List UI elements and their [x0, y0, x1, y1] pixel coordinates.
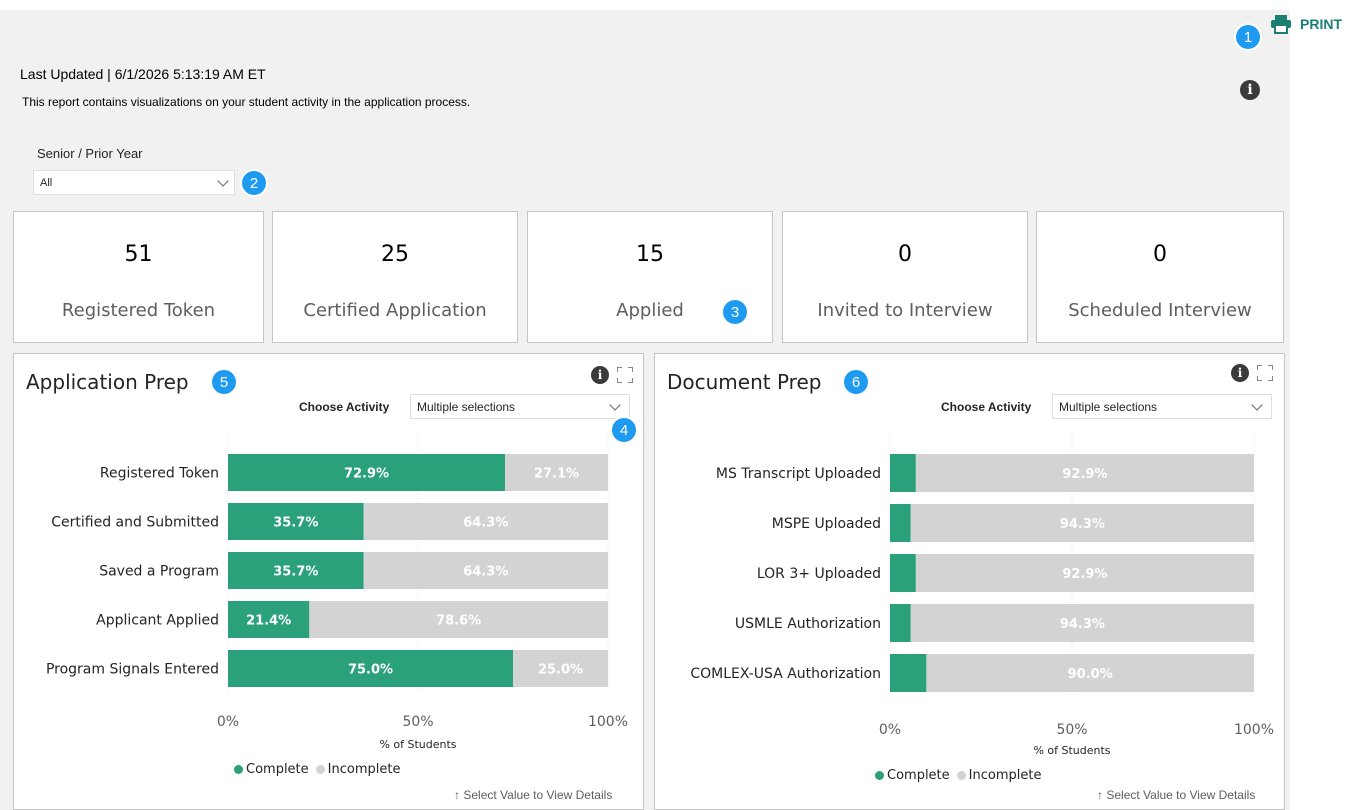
incomplete-legend-dot [956, 771, 966, 780]
category-label: LOR 3+ Uploaded [757, 566, 881, 582]
kpi-label: Invited to Interview [817, 300, 993, 321]
kpi-label: Scheduled Interview [1068, 300, 1252, 321]
category-label: MSPE Uploaded [772, 516, 881, 532]
incomplete-data-label: 94.3% [1060, 517, 1105, 532]
kpi-card-invited-to-interview[interactable]: 0 Invited to Interview [782, 211, 1028, 343]
senior-prior-year-dropdown[interactable]: All [33, 170, 235, 195]
callout-badge-6: 6 [844, 370, 868, 394]
complete-data-label: 35.7% [273, 516, 318, 531]
category-label: Registered Token [100, 466, 219, 482]
select-details-text: Select Value to View Details [1106, 788, 1256, 802]
category-label: Program Signals Entered [46, 662, 219, 678]
printer-icon [1271, 15, 1291, 34]
complete-data-label: 75.0% [348, 663, 393, 678]
legend-incomplete[interactable]: Incomplete [328, 762, 401, 777]
x-axis-label: % of Students [1033, 744, 1110, 754]
complete-data-label: 21.4% [246, 614, 291, 629]
category-label: MS Transcript Uploaded [716, 466, 881, 482]
application-prep-panel: Application Prep i Choose Activity Multi… [13, 353, 644, 810]
x-tick-label: 50% [1056, 722, 1087, 738]
legend-complete[interactable]: Complete [246, 762, 309, 777]
report-description: This report contains visualizations on y… [22, 95, 471, 109]
kpi-value: 0 [898, 242, 912, 267]
incomplete-data-label: 64.3% [463, 516, 508, 531]
callout-badge-5: 5 [212, 370, 236, 394]
chart-legend: Complete Incomplete [234, 762, 400, 777]
document-prep-panel: Document Prep i Choose Activity Multiple… [654, 353, 1285, 810]
category-label: Saved a Program [99, 564, 219, 580]
chevron-down-icon [217, 175, 229, 187]
complete-bar[interactable] [890, 454, 916, 492]
category-label: Applicant Applied [96, 613, 219, 629]
kpi-value: 0 [1153, 242, 1167, 267]
filter-title: Senior / Prior Year [37, 146, 143, 161]
complete-legend-dot [234, 765, 243, 774]
kpi-label: Certified Application [303, 300, 487, 321]
legend-complete[interactable]: Complete [887, 768, 950, 783]
kpi-card-registered-token[interactable]: 51 Registered Token [13, 211, 264, 343]
incomplete-data-label: 92.9% [1062, 567, 1107, 582]
x-tick-label: 100% [588, 714, 628, 730]
kpi-value: 15 [636, 242, 664, 267]
incomplete-data-label: 78.6% [436, 614, 481, 629]
filter-value: All [40, 176, 53, 189]
complete-data-label: 35.7% [273, 565, 318, 580]
info-icon[interactable]: i [1240, 80, 1260, 100]
kpi-label: Registered Token [61, 300, 216, 321]
kpi-card-certified-application[interactable]: 25 Certified Application [272, 211, 518, 343]
chart-legend: Complete Incomplete [875, 768, 1041, 783]
arrow-up-icon: ↑ [454, 788, 460, 802]
select-details-note: ↑ Select Value to View Details [454, 788, 612, 802]
kpi-value: 25 [381, 242, 409, 267]
callout-badge-4: 4 [612, 418, 636, 442]
x-axis-label: % of Students [379, 738, 456, 751]
application-prep-chart[interactable]: Registered Token 72.9% 27.1% Certified and … [14, 354, 643, 754]
last-updated-text: Last Updated | 6/1/2026 5:13:19 AM ET [20, 66, 266, 82]
category-label: Certified and Submitted [51, 515, 219, 531]
complete-bar[interactable] [890, 554, 916, 592]
legend-incomplete[interactable]: Incomplete [969, 768, 1042, 783]
print-label: PRINT [1300, 16, 1342, 32]
kpi-card-scheduled-interview[interactable]: 0 Scheduled Interview [1036, 211, 1284, 343]
callout-badge-2: 2 [242, 171, 266, 195]
incomplete-data-label: 92.9% [1062, 467, 1107, 482]
incomplete-data-label: 94.3% [1060, 617, 1105, 632]
complete-bar[interactable] [890, 654, 927, 692]
x-tick-label: 0% [879, 722, 901, 738]
kpi-value: 51 [124, 242, 153, 267]
callout-badge-1: 1 [1236, 25, 1260, 49]
select-details-text: Select Value to View Details [463, 788, 613, 802]
select-details-note: ↑ Select Value to View Details [1097, 788, 1255, 802]
document-prep-chart[interactable]: MS Transcript Uploaded 92.9% MSPE Uploaded… [655, 354, 1284, 754]
complete-bar[interactable] [890, 504, 911, 542]
complete-legend-dot [875, 771, 884, 780]
complete-data-label: 72.9% [344, 467, 389, 482]
incomplete-legend-dot [315, 765, 325, 774]
incomplete-data-label: 27.1% [534, 467, 579, 482]
x-tick-label: 0% [217, 714, 239, 730]
arrow-up-icon: ↑ [1097, 788, 1103, 802]
category-label: USMLE Authorization [735, 616, 881, 632]
incomplete-data-label: 90.0% [1068, 667, 1113, 682]
x-tick-label: 100% [1234, 722, 1274, 738]
incomplete-data-label: 64.3% [463, 565, 508, 580]
x-tick-label: 50% [402, 714, 433, 730]
category-label: COMLEX-USA Authorization [690, 666, 881, 682]
incomplete-data-label: 25.0% [538, 663, 583, 678]
callout-badge-3: 3 [723, 300, 747, 324]
print-button[interactable]: PRINT [1270, 14, 1342, 34]
complete-bar[interactable] [890, 604, 911, 642]
